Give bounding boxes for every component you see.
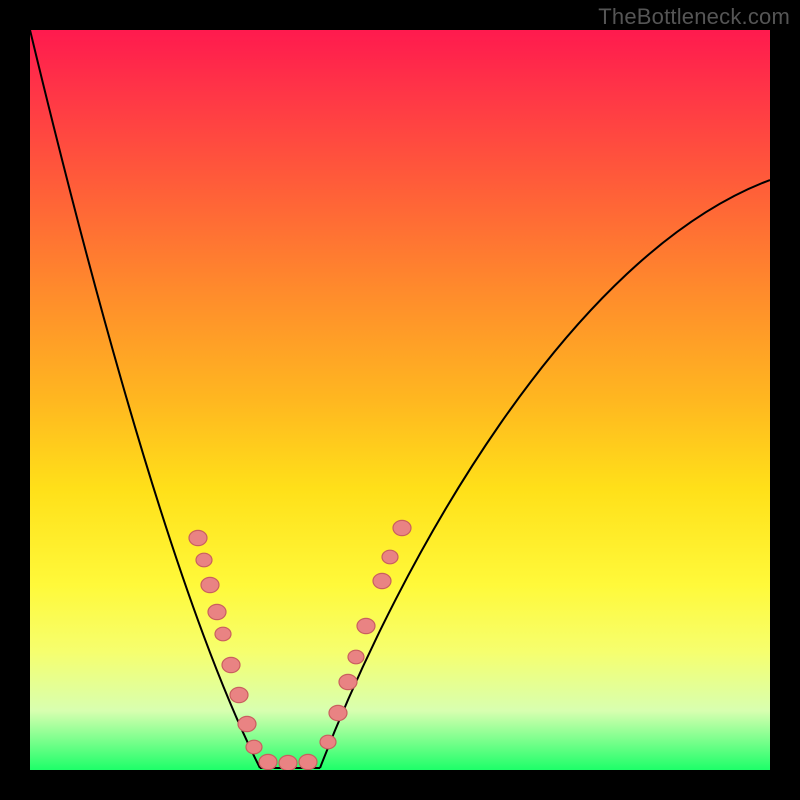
dot-cluster-right [320,520,411,748]
data-point-dot [329,705,347,720]
chart-plot-area [30,30,770,770]
data-point-dot [357,618,375,633]
watermark-text: TheBottleneck.com [598,4,790,30]
data-point-dot [393,520,411,535]
data-point-dot [382,550,398,564]
dot-cluster-bottom [259,754,317,770]
data-point-dot [230,687,248,702]
data-point-dot [348,650,364,664]
data-point-dot [373,573,391,588]
data-point-dot [222,657,240,672]
bottleneck-curve [30,30,770,770]
data-point-dot [279,755,297,770]
data-point-dot [201,577,219,592]
curve-path-left [30,30,260,768]
data-point-dot [339,674,357,689]
data-point-dot [299,754,317,769]
dot-cluster-left [189,530,262,753]
curve-path-right [320,180,770,768]
data-point-dot [259,754,277,769]
data-point-dot [215,627,231,641]
data-point-dot [208,604,226,619]
data-point-dot [189,530,207,545]
data-point-dot [238,716,256,731]
data-point-dot [246,740,262,754]
data-point-dot [196,553,212,567]
data-point-dot [320,735,336,749]
